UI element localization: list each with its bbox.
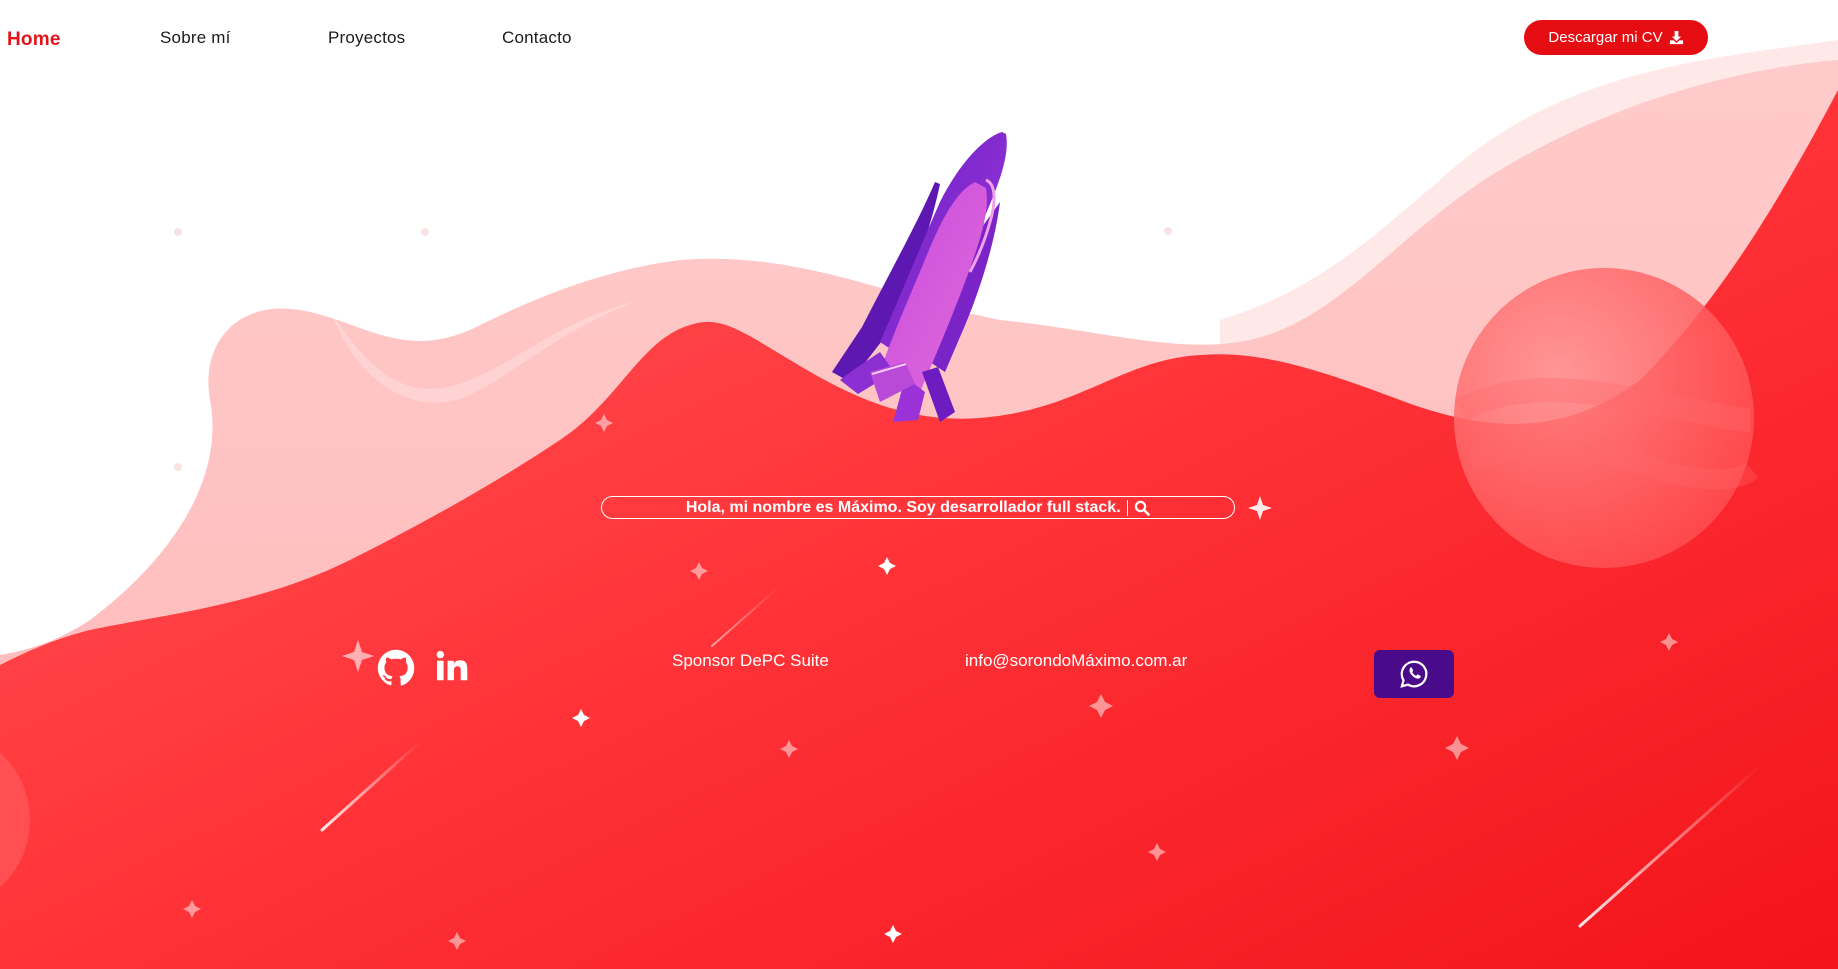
intro-heading-box: Hola, mi nombre es Máximo. Soy desarroll… [601,496,1235,519]
github-icon[interactable] [377,649,415,692]
whatsapp-button[interactable] [1374,650,1454,698]
sparkle-icon [1248,496,1272,520]
nav-projects-link[interactable]: Proyectos [328,28,405,48]
download-cv-button[interactable]: Descargar mi CV [1524,20,1708,55]
page: Home Sobre mí Proyectos Contacto Descarg… [0,0,1838,969]
whatsapp-icon [1400,660,1428,688]
download-cv-label: Descargar mi CV [1548,29,1663,46]
rocket-illustration [832,132,1007,422]
download-icon [1669,30,1683,45]
linkedin-icon[interactable] [434,648,470,689]
sponsor-link[interactable]: Sponsor DePC Suite [672,651,829,671]
search-icon[interactable] [1134,500,1150,516]
navbar: Home Sobre mí Proyectos Contacto Descarg… [0,0,1838,80]
email-link[interactable]: info@sorondoMáximo.com.ar [965,651,1187,671]
nav-contact-link[interactable]: Contacto [502,28,572,48]
nav-about-link[interactable]: Sobre mí [160,28,231,48]
typing-caret [1126,499,1129,516]
nav-home-link[interactable]: Home [7,29,61,51]
intro-heading: Hola, mi nombre es Máximo. Soy desarroll… [685,498,1121,516]
